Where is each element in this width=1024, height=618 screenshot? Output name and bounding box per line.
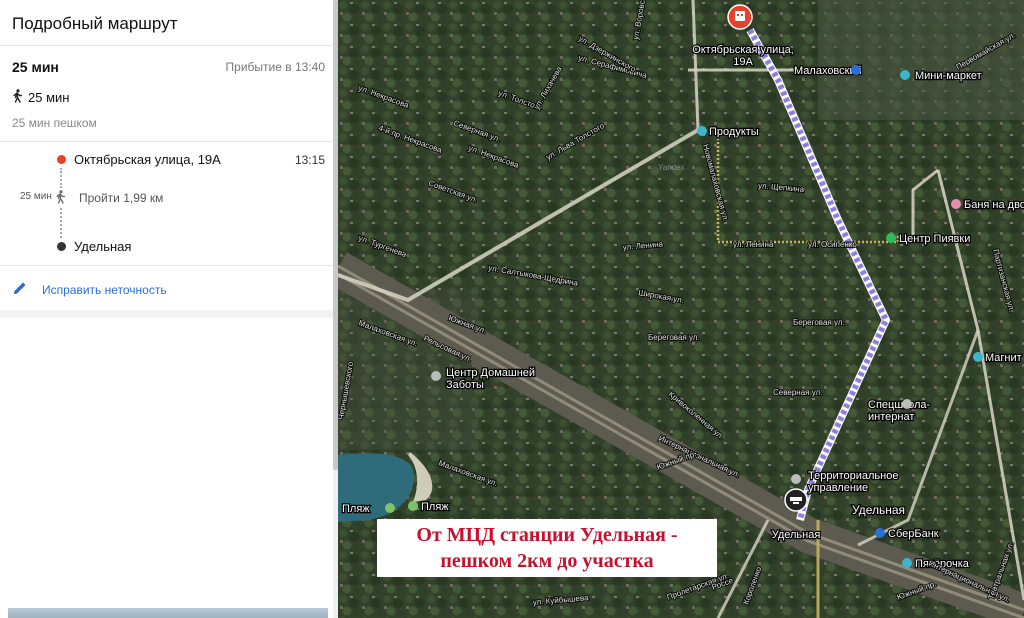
route-duration: 25 мин: [12, 59, 59, 75]
segment-duration: 25 мин: [20, 191, 52, 202]
map-watermark: Yandex: [658, 163, 685, 172]
poi-admin-2: управление: [808, 482, 868, 494]
pencil-icon: [12, 280, 28, 299]
beach-icon[interactable]: [408, 501, 418, 511]
walk-icon: [55, 190, 66, 209]
walk-note: 25 мин пешком: [12, 116, 97, 130]
destination-pin[interactable]: [727, 4, 753, 30]
street-label: Береговая ул.: [648, 333, 700, 342]
end-dot: [57, 242, 66, 251]
poi-home-care-2: Заботы: [446, 379, 484, 391]
segment-label: Пройти 1,99 км: [79, 191, 164, 205]
route-line: [60, 208, 62, 238]
urban-area: [818, 0, 1024, 120]
street-label: ул. Ленина: [733, 240, 774, 249]
poi-school: Спецшкола-: [868, 399, 930, 411]
divider: [0, 265, 333, 266]
poi-udelnaya-town: Удельная: [852, 503, 905, 517]
care-icon[interactable]: [431, 371, 441, 381]
station-label: Удельная: [772, 529, 821, 541]
walk-summary-text: 25 мин: [28, 90, 70, 105]
poi-home-care: Центр Домашней: [446, 367, 535, 379]
poi-magnit: Магнит: [985, 352, 1022, 364]
street-label: Северная ул.: [773, 388, 822, 397]
caption-line-2: пешком 2км до участка: [440, 550, 654, 572]
divider: [0, 141, 333, 142]
start-stop: Октябрьская улица, 19А: [74, 152, 221, 167]
spa-icon[interactable]: [951, 199, 961, 209]
start-dot: [57, 155, 66, 164]
photo-preview[interactable]: [8, 608, 328, 618]
panel-title: Подробный маршрут: [12, 14, 178, 33]
poi-admin: Территориальное: [808, 470, 898, 482]
caption-line-1: От МЦД станции Удельная -: [416, 524, 678, 546]
poi-school-2: интернат: [868, 411, 914, 423]
school-icon[interactable]: [902, 399, 912, 409]
fix-inaccuracy-button[interactable]: Исправить неточность: [12, 280, 167, 299]
route-line: [60, 168, 62, 188]
poi-banya: Баня на двор: [964, 199, 1024, 211]
poi-beach-2: Пляж: [421, 501, 449, 513]
start-time: 13:15: [294, 153, 325, 167]
shop-icon[interactable]: [900, 70, 910, 80]
shop-icon[interactable]: [697, 126, 707, 136]
destination-label: Октябрьская улица,: [692, 44, 794, 56]
office-icon[interactable]: [791, 474, 801, 484]
arrival-time: Прибытие в 13:40: [225, 60, 325, 74]
building-icon[interactable]: [851, 65, 861, 75]
section-gap: [0, 310, 333, 318]
walk-summary: 25 мин: [12, 89, 69, 106]
poi-beach: Пляж: [342, 503, 370, 515]
divider: [0, 45, 333, 46]
route-panel: Подробный маршрут 25 мин Прибытие в 13:4…: [0, 0, 333, 618]
shop-icon[interactable]: [902, 558, 912, 568]
shop-icon[interactable]: [973, 352, 983, 362]
medical-icon[interactable]: [886, 233, 896, 243]
beach-icon[interactable]: [385, 503, 395, 513]
fix-inaccuracy-label: Исправить неточность: [42, 282, 167, 297]
map-caption: От МЦД станции Удельная - пешком 2км до …: [377, 519, 717, 577]
bank-icon[interactable]: [875, 528, 885, 538]
destination-label-2: 19А: [733, 56, 753, 68]
poi-mini-market: Мини-маркет: [915, 70, 982, 82]
poi-sberbank: СберБанк: [888, 528, 939, 540]
street-label: Береговая ул.: [793, 318, 845, 327]
station-marker[interactable]: [784, 488, 808, 512]
end-stop: Удельная: [74, 239, 132, 254]
walk-icon: [12, 89, 23, 106]
street-label: ул. Осипенко: [808, 240, 857, 249]
poi-pijavki: Центр Пиявки: [899, 233, 970, 245]
poi-produkty: Продукты: [709, 126, 759, 138]
